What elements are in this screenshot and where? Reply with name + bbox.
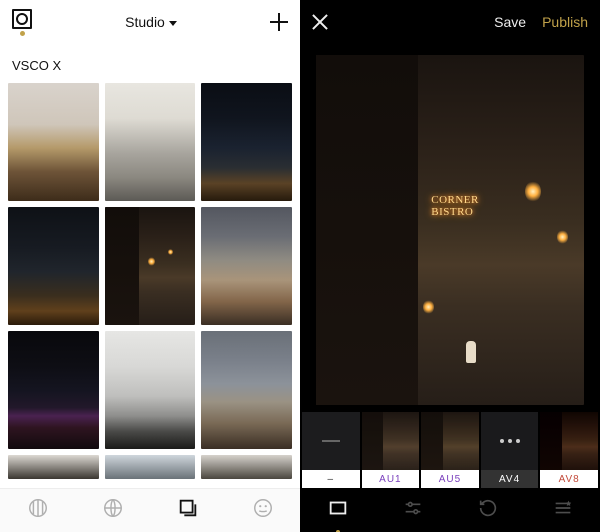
grid-thumb[interactable] (201, 455, 292, 479)
camera-logo-icon (12, 9, 32, 29)
editor-header: Save Publish (300, 0, 600, 44)
grid-thumb[interactable] (8, 207, 99, 325)
add-button[interactable] (270, 13, 288, 31)
grid-thumb[interactable] (8, 83, 99, 201)
section-label: VSCO X (0, 44, 300, 83)
filter-au1[interactable]: AU1 (362, 412, 420, 488)
adjust-icon[interactable] (402, 497, 424, 524)
neon-sign: CORNERBISTRO (431, 195, 479, 218)
explore-icon[interactable] (102, 497, 124, 524)
close-button[interactable] (312, 14, 328, 30)
studio-title: Studio (125, 14, 165, 30)
grid-thumb[interactable] (201, 207, 292, 325)
editor-tabbar (300, 488, 600, 532)
history-icon[interactable] (477, 497, 499, 524)
publish-button[interactable]: Publish (542, 14, 588, 30)
filter-au5[interactable]: AU5 (421, 412, 479, 488)
editing-photo: CORNERBISTRO (316, 55, 584, 405)
grid-thumb[interactable] (8, 455, 99, 479)
filter-av4[interactable]: AV4 (481, 412, 539, 488)
filter-label: AV8 (540, 470, 598, 488)
filter-none[interactable]: – (302, 412, 360, 488)
chevron-down-icon (169, 21, 177, 26)
save-button[interactable]: Save (494, 14, 526, 30)
filter-av8[interactable]: AV8 (540, 412, 598, 488)
studio-icon[interactable] (177, 497, 199, 524)
grid-thumb[interactable] (105, 455, 196, 479)
profile-icon[interactable] (252, 497, 274, 524)
studio-tabbar (0, 488, 300, 532)
grid-thumb[interactable] (105, 83, 196, 201)
editor-canvas[interactable]: CORNERBISTRO (300, 44, 600, 412)
grid-thumb[interactable] (201, 331, 292, 449)
filter-label: – (302, 470, 360, 488)
feed-icon[interactable] (27, 497, 49, 524)
grid-thumb[interactable] (8, 331, 99, 449)
filter-label: AU5 (421, 470, 479, 488)
favorites-icon[interactable] (552, 497, 574, 524)
more-dots-icon (500, 439, 520, 443)
grid-thumb[interactable] (201, 83, 292, 201)
filter-label: AV4 (481, 470, 539, 488)
grid-thumb[interactable] (105, 331, 196, 449)
logo-dot (20, 31, 25, 36)
pedestrian (466, 341, 476, 363)
grid-thumb[interactable] (105, 207, 196, 325)
presets-icon[interactable] (327, 497, 349, 524)
editor-pane: Save Publish CORNERBISTRO – AU1 AU5 (300, 0, 600, 532)
studio-pane: Studio VSCO X (0, 0, 300, 532)
studio-title-dropdown[interactable]: Studio (125, 14, 177, 30)
photo-grid (0, 83, 300, 488)
studio-header: Studio (0, 0, 300, 44)
app-logo[interactable] (12, 9, 32, 36)
filter-strip: – AU1 AU5 AV4 AV8 (300, 412, 600, 488)
filter-label: AU1 (362, 470, 420, 488)
